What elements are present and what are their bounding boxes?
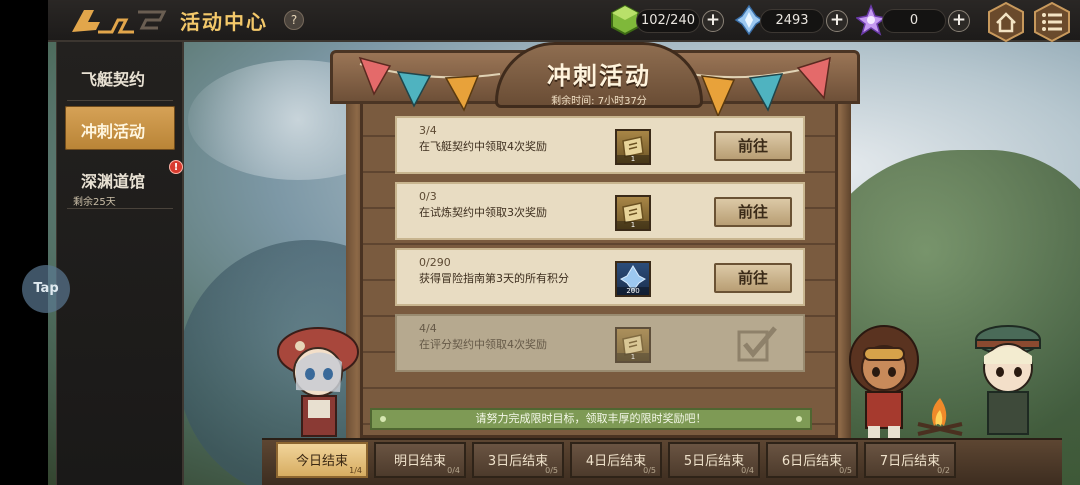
reward-item[interactable]: 200 <box>615 261 651 297</box>
tab-label: 4日后结束 <box>585 454 647 469</box>
character-boy-with-cap <box>975 325 1041 435</box>
go-button[interactable]: 前往 <box>714 263 792 293</box>
hint-text: 请努力完成限时目标，领取丰厚的限时奖励吧！ <box>475 412 707 425</box>
tab-label: 6日后结束 <box>781 454 843 469</box>
board-title: 冲刺活动 <box>547 62 651 90</box>
tab-progress-count: 0/5 <box>839 466 852 475</box>
star-gem-counter: 0 <box>882 9 946 33</box>
activity-sidebar: 飞艇契约 冲刺活动 深渊道馆 剩余25天 ! <box>56 42 184 485</box>
divider <box>67 208 173 209</box>
tab-progress-count: 1/4 <box>349 466 362 475</box>
add-crystal-button[interactable]: + <box>826 10 848 32</box>
tab-label: 明日结束 <box>393 454 446 469</box>
menu-list-icon <box>1042 13 1062 31</box>
add-stamina-button[interactable]: + <box>702 10 724 32</box>
divider <box>67 100 173 101</box>
tab-label: 今日结束 <box>295 454 348 469</box>
add-star-gem-button[interactable]: + <box>948 10 970 32</box>
completed-check-icon <box>737 326 777 362</box>
tab-ends-today[interactable]: 今日结束 1/4 <box>276 442 368 478</box>
tab-ends-in-6-days[interactable]: 6日后结束 0/5 <box>766 442 858 478</box>
task-description: 在飞艇契约中领取4次奖励 <box>419 140 547 153</box>
task-description: 在评分契约中领取4次奖励 <box>419 338 547 351</box>
tab-ends-in-4-days[interactable]: 4日后结束 0/5 <box>570 442 662 478</box>
sidebar-item-airship-contract[interactable]: 飞艇契约 <box>65 54 175 98</box>
go-button[interactable]: 前往 <box>714 197 792 227</box>
banner-dot <box>380 416 386 422</box>
tab-label: 3日后结束 <box>487 454 549 469</box>
task-progress: 4/4 <box>419 322 437 335</box>
reward-count: 200 <box>617 287 649 295</box>
tab-label: 7日后结束 <box>879 454 941 469</box>
stamina-counter: 102/240 <box>636 9 700 33</box>
task-progress: 0/290 <box>419 256 451 269</box>
tab-label: 5日后结束 <box>683 454 745 469</box>
reward-item[interactable]: 1 <box>615 195 651 231</box>
tab-progress-count: 0/5 <box>545 466 558 475</box>
banner-dot <box>796 416 802 422</box>
task-row: 0/290 获得冒险指南第3天的所有积分 200 前往 <box>395 248 805 306</box>
tab-progress-count: 0/4 <box>447 466 460 475</box>
go-button[interactable]: 前往 <box>714 131 792 161</box>
task-progress: 0/3 <box>419 190 437 203</box>
tab-progress-count: 0/2 <box>937 466 950 475</box>
task-row: 0/3 在试炼契约中领取3次奖励 1 前往 <box>395 182 805 240</box>
remaining-time: 剩余时间: 7小时37分 <box>551 96 647 107</box>
reward-item: 1 <box>615 327 651 363</box>
task-row: 3/4 在飞艇契约中领取4次奖励 1 前往 <box>395 116 805 174</box>
tab-ends-tomorrow[interactable]: 明日结束 0/4 <box>374 442 466 478</box>
tab-ends-in-3-days[interactable]: 3日后结束 0/5 <box>472 442 564 478</box>
sidebar-item-sprint-event[interactable]: 冲刺活动 <box>65 106 175 150</box>
home-button[interactable] <box>986 2 1026 42</box>
tab-ends-in-7-days[interactable]: 7日后结束 0/2 <box>864 442 956 478</box>
game-logo-icon <box>72 10 167 34</box>
tap-assist-bubble[interactable]: Tap <box>22 265 70 313</box>
alert-badge: ! <box>169 160 183 174</box>
page-title: 活动中心 <box>180 10 268 34</box>
hint-banner: 请努力完成限时目标，领取丰厚的限时奖励吧！ <box>370 408 812 430</box>
reward-count: 1 <box>617 221 649 229</box>
reward-count: 1 <box>617 155 649 163</box>
menu-button[interactable] <box>1032 2 1072 42</box>
tab-progress-count: 0/5 <box>643 466 656 475</box>
crystal-counter: 2493 <box>760 9 824 33</box>
task-progress: 3/4 <box>419 124 437 137</box>
campfire <box>917 398 963 436</box>
task-row-completed: 4/4 在评分契约中领取4次奖励 1 <box>395 314 805 372</box>
reward-item[interactable]: 1 <box>615 129 651 165</box>
tab-progress-count: 0/4 <box>741 466 754 475</box>
sidebar-item-remaining-days: 剩余25天 <box>73 197 116 208</box>
task-description: 获得冒险指南第3天的所有积分 <box>419 272 569 285</box>
character-girl-with-hat <box>277 327 359 437</box>
task-description: 在试炼契约中领取3次奖励 <box>419 206 547 219</box>
tab-ends-in-5-days[interactable]: 5日后结束 0/4 <box>668 442 760 478</box>
reward-count: 1 <box>617 353 649 361</box>
help-button[interactable]: ? <box>284 10 304 30</box>
